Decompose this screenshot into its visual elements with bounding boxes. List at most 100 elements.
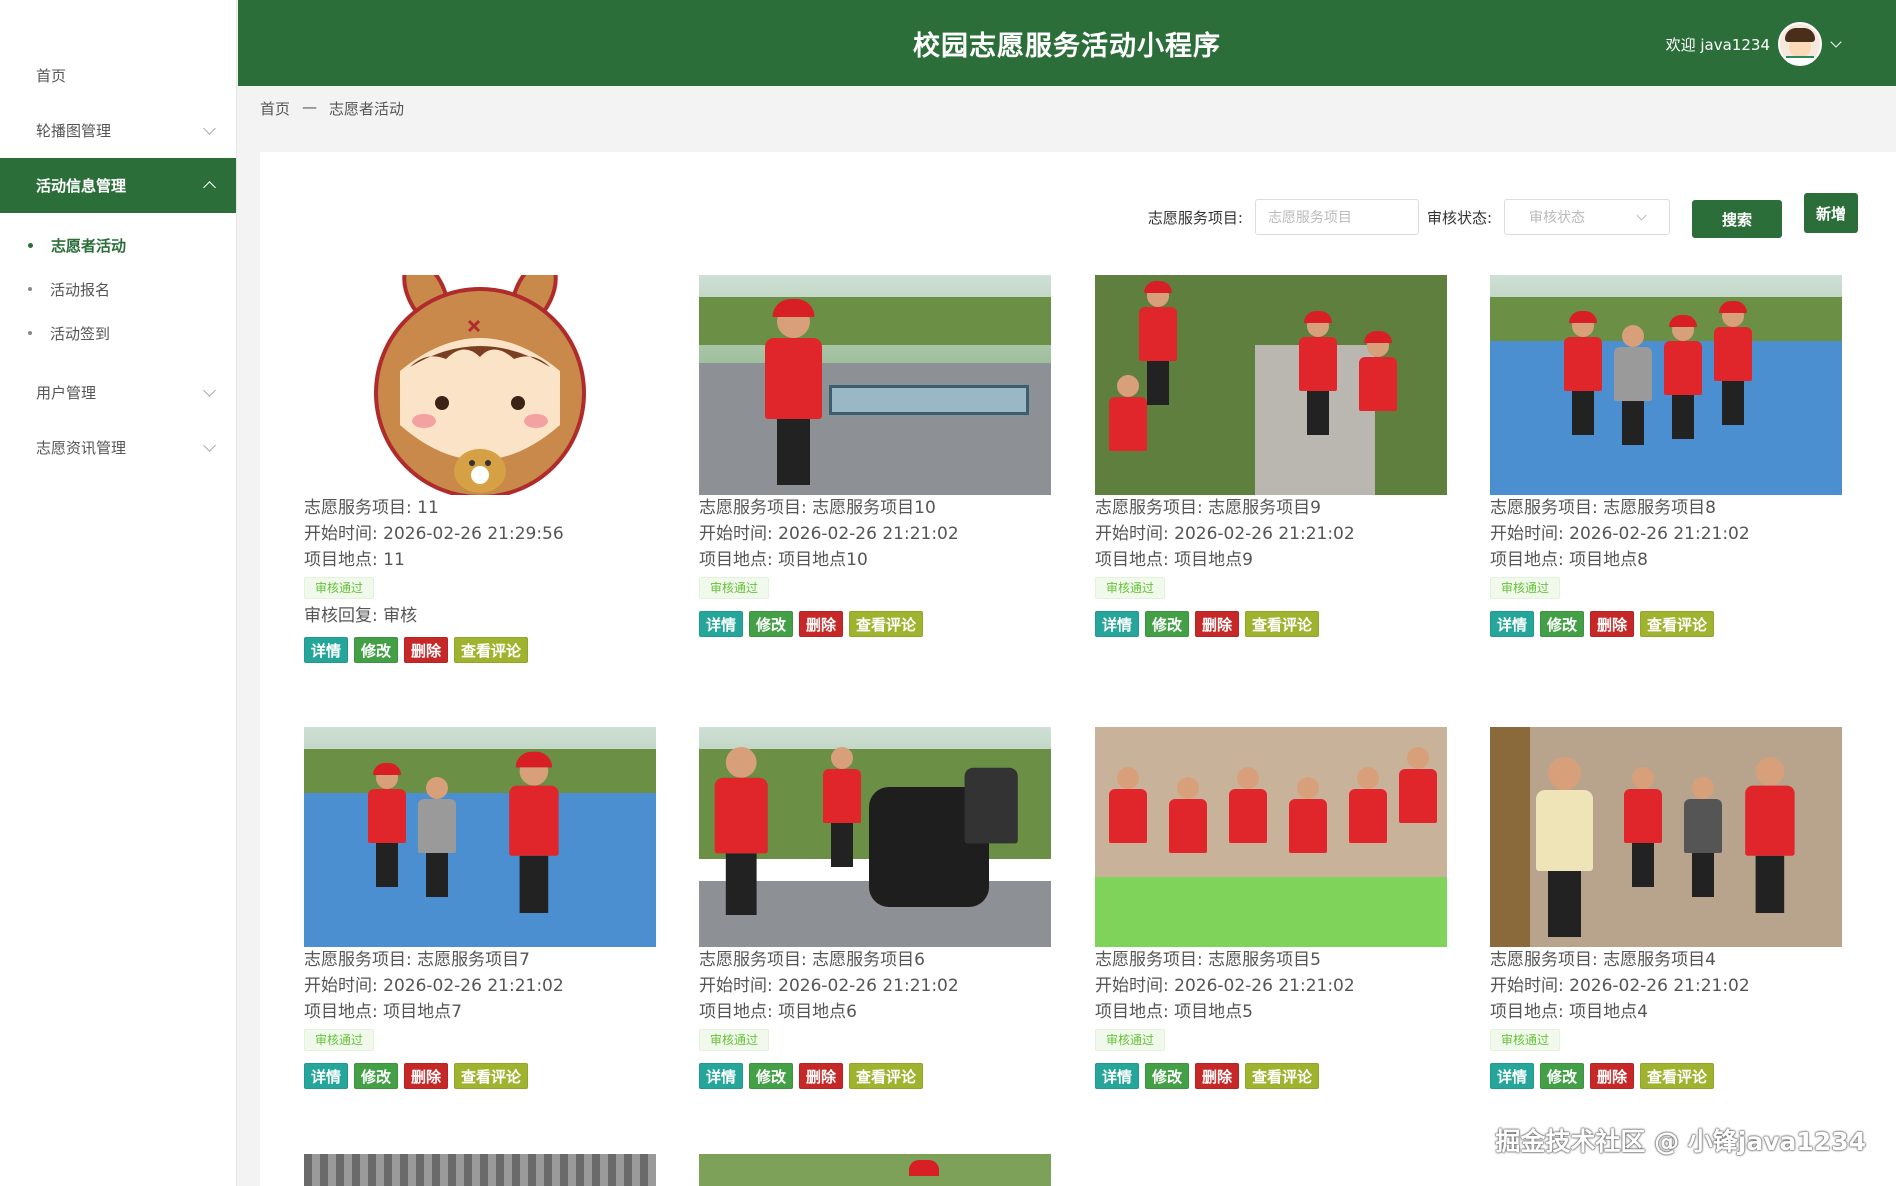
sidebar-item-label: 志愿资讯管理 [36, 439, 127, 457]
view-comments-button[interactable]: 查看评论 [454, 637, 529, 663]
status-badge: 审核通过 [1095, 577, 1166, 599]
card-location: 项目地点: 11 [304, 550, 405, 570]
activity-card: 志愿服务项目: 志愿服务项目6 开始时间: 2026-02-26 21:21:0… [699, 727, 1051, 1089]
sidebar-subitem-signup[interactable]: 活动报名 [0, 267, 236, 311]
view-comments-button[interactable]: 查看评论 [1640, 611, 1715, 637]
card-project: 志愿服务项目: 志愿服务项目9 [1095, 498, 1321, 518]
edit-button[interactable]: 修改 [1145, 1063, 1190, 1089]
activity-image[interactable] [1095, 275, 1447, 495]
card-actions: 详情 修改 删除 查看评论 [699, 1063, 1051, 1089]
card-actions: 详情 修改 删除 查看评论 [699, 611, 1051, 637]
activity-image[interactable] [1095, 727, 1447, 947]
edit-button[interactable]: 修改 [1540, 1063, 1585, 1089]
detail-button[interactable]: 详情 [304, 637, 349, 663]
status-filter-label: 审核状态: [1426, 208, 1492, 227]
edit-button[interactable]: 修改 [749, 611, 794, 637]
activity-image[interactable] [304, 275, 656, 495]
activity-card: 志愿服务项目: 志愿服务项目4 开始时间: 2026-02-26 21:21:0… [1490, 727, 1842, 1089]
detail-button[interactable]: 详情 [699, 1063, 744, 1089]
delete-button[interactable]: 删除 [1195, 611, 1240, 637]
card-actions: 详情 修改 删除 查看评论 [304, 1063, 656, 1089]
search-button[interactable]: 搜索 [1692, 200, 1782, 238]
delete-button[interactable]: 删除 [1590, 1063, 1635, 1089]
activity-image[interactable] [304, 727, 656, 947]
main-panel: 志愿服务项目: 志愿服务项目 审核状态: 审核状态 搜索 新增 志愿服务项目: … [260, 152, 1896, 1186]
sidebar-subitem-checkin[interactable]: 活动签到 [0, 311, 236, 355]
activity-image[interactable] [699, 727, 1051, 947]
sidebar: 首页 轮播图管理 活动信息管理 志愿者活动 活动报名 活动签到 用户管理 志愿资… [0, 0, 237, 1186]
card-actions: 详情 修改 删除 查看评论 [1490, 1063, 1842, 1089]
card-project: 志愿服务项目: 志愿服务项目8 [1490, 498, 1716, 518]
activity-card [699, 1154, 1051, 1186]
add-button[interactable]: 新增 [1804, 193, 1858, 233]
breadcrumb-home[interactable]: 首页 [260, 98, 290, 119]
activity-image[interactable] [699, 1154, 1051, 1186]
detail-button[interactable]: 详情 [699, 611, 744, 637]
bullet-icon [28, 242, 33, 248]
card-location: 项目地点: 项目地点4 [1490, 1002, 1648, 1022]
delete-button[interactable]: 删除 [799, 611, 844, 637]
edit-button[interactable]: 修改 [1540, 611, 1585, 637]
activity-image[interactable] [699, 275, 1051, 495]
detail-button[interactable]: 详情 [1490, 1063, 1535, 1089]
view-comments-button[interactable]: 查看评论 [849, 611, 924, 637]
detail-button[interactable]: 详情 [1095, 611, 1140, 637]
activity-image[interactable] [304, 1154, 656, 1186]
card-review-reply: 审核回复: 审核 [304, 606, 418, 626]
detail-button[interactable]: 详情 [304, 1063, 349, 1089]
view-comments-button[interactable]: 查看评论 [849, 1063, 924, 1089]
card-location: 项目地点: 项目地点5 [1095, 1002, 1253, 1022]
welcome-text: 欢迎 java1234 [1665, 35, 1770, 54]
chevron-down-icon[interactable] [1830, 36, 1842, 48]
card-start-time: 开始时间: 2026-02-26 21:21:02 [699, 976, 959, 996]
avatar[interactable] [1778, 22, 1822, 66]
detail-button[interactable]: 详情 [1490, 611, 1535, 637]
detail-button[interactable]: 详情 [1095, 1063, 1140, 1089]
view-comments-button[interactable]: 查看评论 [454, 1063, 529, 1089]
edit-button[interactable]: 修改 [1145, 611, 1190, 637]
activity-card: 志愿服务项目: 志愿服务项目7 开始时间: 2026-02-26 21:21:0… [304, 727, 656, 1089]
delete-button[interactable]: 删除 [404, 637, 449, 663]
card-actions: 详情 修改 删除 查看评论 [1095, 1063, 1447, 1089]
chevron-down-icon [203, 122, 216, 135]
activity-card: 志愿服务项目: 志愿服务项目10 开始时间: 2026-02-26 21:21:… [699, 275, 1051, 637]
edit-button[interactable]: 修改 [354, 1063, 399, 1089]
view-comments-button[interactable]: 查看评论 [1245, 611, 1320, 637]
sidebar-subitem-volunteer-activity[interactable]: 志愿者活动 [0, 223, 236, 267]
status-badge: 审核通过 [1095, 1029, 1166, 1051]
bullet-icon [28, 287, 32, 291]
sidebar-item-label: 首页 [36, 67, 67, 85]
edit-button[interactable]: 修改 [749, 1063, 794, 1089]
delete-button[interactable]: 删除 [404, 1063, 449, 1089]
card-location: 项目地点: 项目地点8 [1490, 550, 1648, 570]
activity-image[interactable] [1490, 275, 1842, 495]
sidebar-item-users[interactable]: 用户管理 [0, 365, 236, 420]
card-actions: 详情 修改 删除 查看评论 [1490, 611, 1842, 637]
view-comments-button[interactable]: 查看评论 [1245, 1063, 1320, 1089]
project-search-input[interactable]: 志愿服务项目 [1254, 199, 1419, 235]
sidebar-item-activity[interactable]: 活动信息管理 [0, 158, 236, 213]
status-badge: 审核通过 [1490, 577, 1561, 599]
card-project: 志愿服务项目: 11 [304, 498, 439, 518]
delete-button[interactable]: 删除 [1195, 1063, 1240, 1089]
card-location: 项目地点: 项目地点6 [699, 1002, 857, 1022]
chevron-down-icon [1636, 210, 1647, 220]
activity-image[interactable] [1490, 727, 1842, 947]
breadcrumb-current: 志愿者活动 [329, 100, 405, 118]
status-select[interactable]: 审核状态 [1504, 199, 1670, 235]
edit-button[interactable]: 修改 [354, 637, 399, 663]
delete-button[interactable]: 删除 [799, 1063, 844, 1089]
delete-button[interactable]: 删除 [1590, 611, 1635, 637]
user-menu[interactable]: 欢迎 java1234 [1665, 22, 1842, 66]
view-comments-button[interactable]: 查看评论 [1640, 1063, 1715, 1089]
sidebar-item-carousel[interactable]: 轮播图管理 [0, 103, 236, 158]
card-project: 志愿服务项目: 志愿服务项目5 [1095, 950, 1321, 970]
card-start-time: 开始时间: 2026-02-26 21:29:56 [304, 524, 564, 544]
sidebar-item-label: 活动信息管理 [36, 177, 127, 195]
sidebar-item-news[interactable]: 志愿资讯管理 [0, 420, 236, 475]
card-project: 志愿服务项目: 志愿服务项目6 [699, 950, 925, 970]
card-project: 志愿服务项目: 志愿服务项目7 [304, 950, 530, 970]
card-start-time: 开始时间: 2026-02-26 21:21:02 [304, 976, 564, 996]
sidebar-item-home[interactable]: 首页 [0, 48, 236, 103]
card-start-time: 开始时间: 2026-02-26 21:21:02 [1095, 976, 1355, 996]
